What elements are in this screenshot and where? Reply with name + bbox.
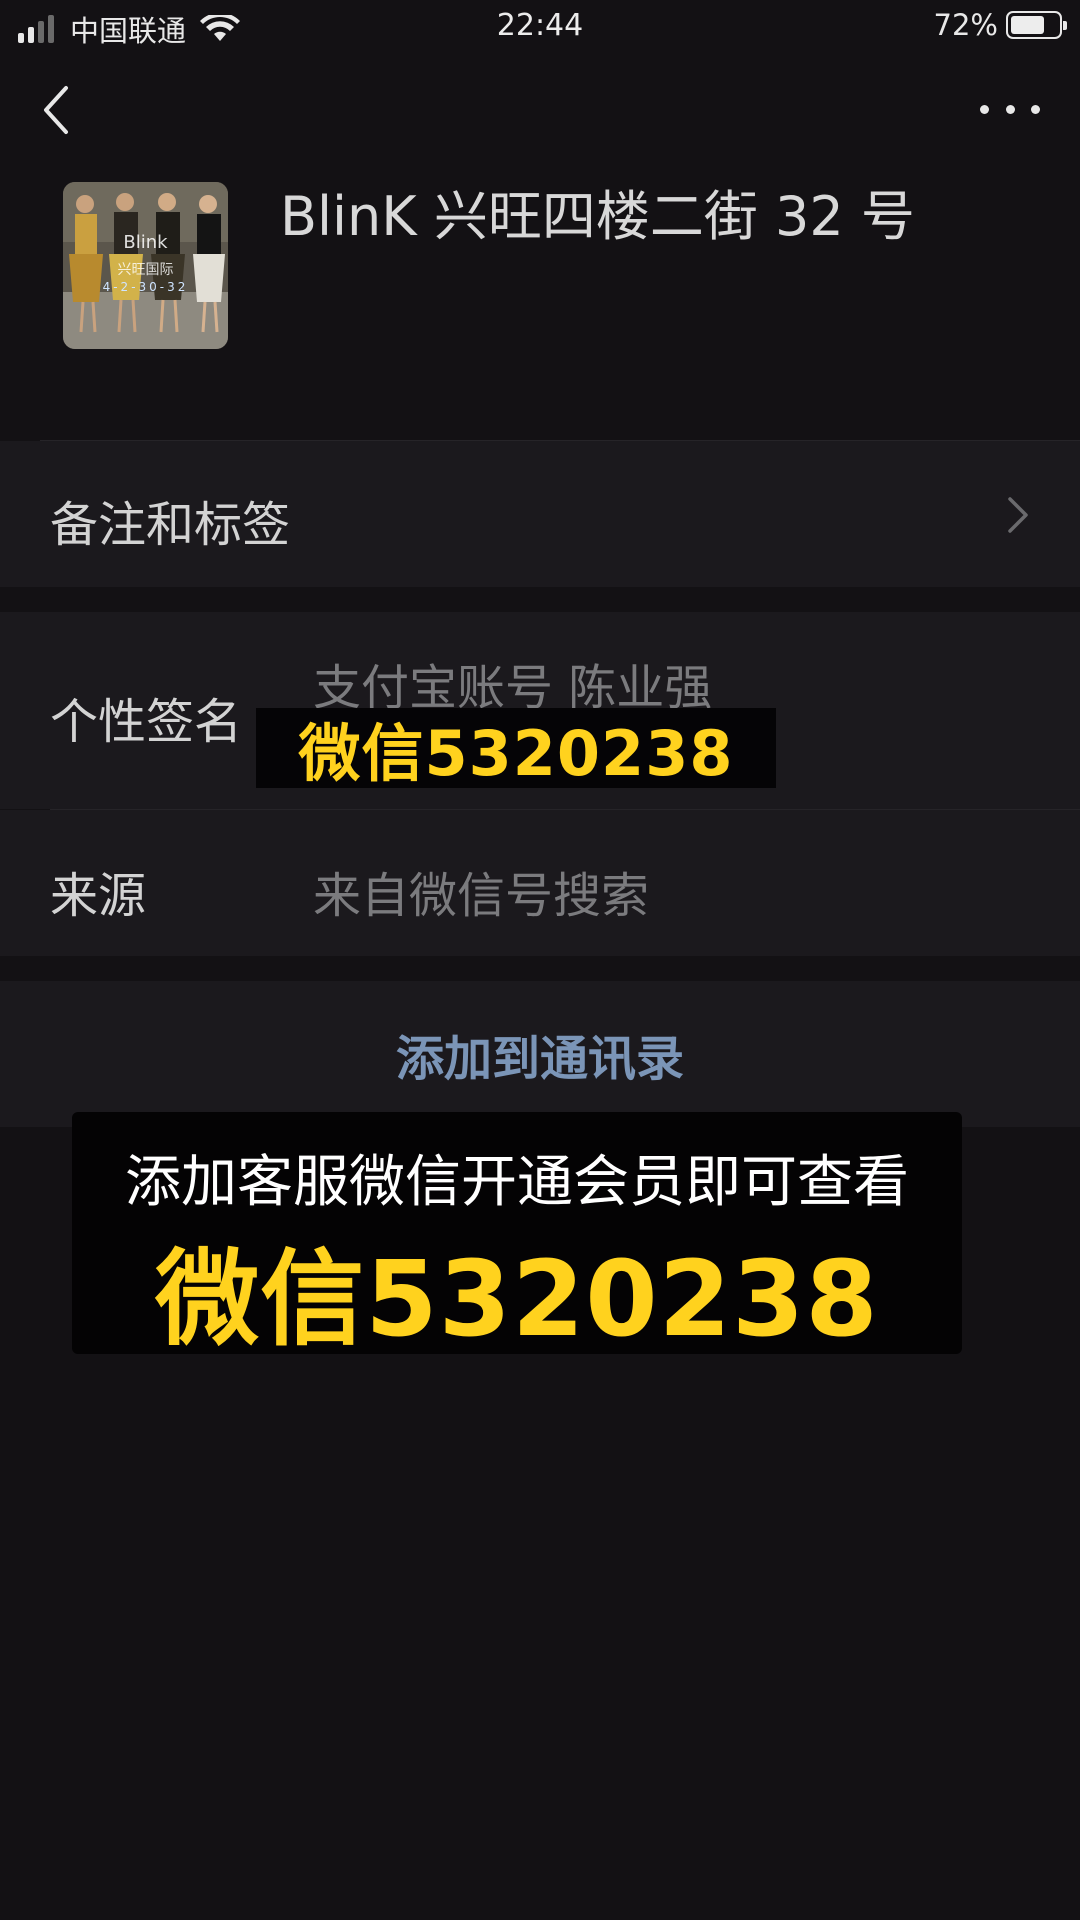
remarks-and-tags-row[interactable]: 备注和标签: [0, 441, 1080, 587]
remarks-label: 备注和标签: [50, 497, 291, 553]
more-options-button[interactable]: [980, 94, 1040, 124]
overlay-large-line1: 添加客服微信开通会员即可查看: [125, 1150, 909, 1215]
screen: 中国联通 22:44 72% Blink 兴旺国际 4-2-30-32 Blin…: [0, 0, 1080, 1920]
add-to-contacts-label: 添加到通讯录: [395, 1031, 684, 1087]
avatar-text-brand: Blink: [123, 232, 168, 253]
add-to-contacts-button[interactable]: 添加到通讯录: [0, 981, 1080, 1127]
back-button[interactable]: [34, 82, 78, 138]
status-right: 72%: [933, 8, 1067, 42]
chevron-left-icon: [44, 86, 68, 134]
chevron-right-icon: [1008, 497, 1028, 533]
status-bar: 中国联通 22:44 72%: [0, 0, 1080, 56]
battery-level: [1011, 16, 1044, 34]
overlay-large-line2: 微信5320238: [155, 1238, 879, 1360]
source-label: 来源: [50, 868, 147, 924]
status-time: 22:44: [496, 8, 584, 43]
source-row: 来源 来自微信号搜索: [0, 810, 1080, 956]
avatar-text-address: 4-2-30-32: [102, 280, 189, 294]
profile-name: BlinK 兴旺四楼二街 32 号: [280, 185, 915, 248]
overlay-small-text: 微信5320238: [298, 717, 734, 790]
battery-percent: 72%: [933, 8, 998, 42]
overlay-banner-large: 添加客服微信开通会员即可查看 微信5320238: [72, 1112, 962, 1360]
avatar-text-subtitle: 兴旺国际: [117, 262, 174, 278]
signature-label: 个性签名: [50, 694, 243, 750]
battery-icon: [1006, 11, 1067, 39]
overlay-banner-small: 微信5320238: [256, 708, 776, 790]
source-value: 来自微信号搜索: [313, 868, 650, 924]
more-horizontal-icon: [980, 104, 989, 114]
avatar[interactable]: Blink 兴旺国际 4-2-30-32: [63, 182, 228, 349]
